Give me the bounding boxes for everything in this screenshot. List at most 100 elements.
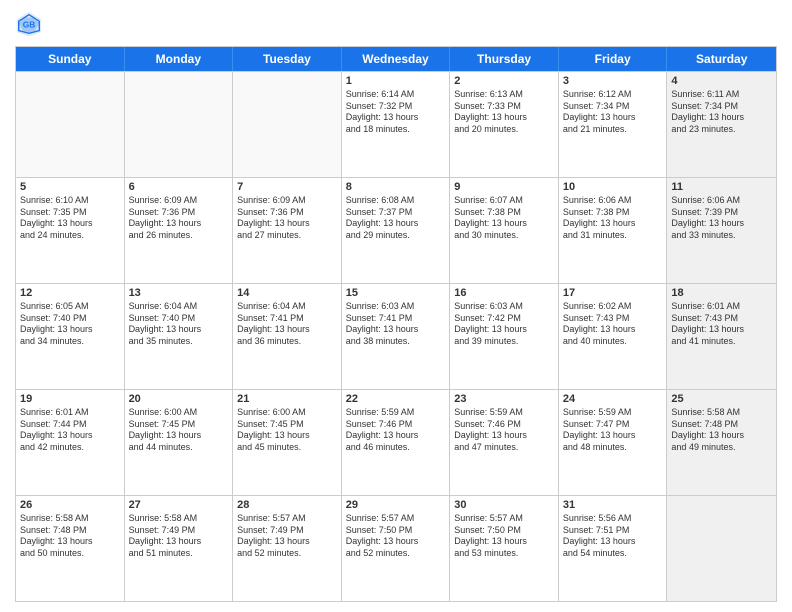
calendar-cell xyxy=(667,496,776,601)
calendar-cell: 16 Sunrise: 6:03 AM Sunset: 7:42 PM Dayli… xyxy=(450,284,559,389)
day-number: 10 xyxy=(563,181,663,193)
day-number: 7 xyxy=(237,181,337,193)
cell-info: Sunrise: 6:04 AM Sunset: 7:41 PM Dayligh… xyxy=(237,301,337,348)
calendar-cell: 18 Sunrise: 6:01 AM Sunset: 7:43 PM Dayli… xyxy=(667,284,776,389)
day-number: 15 xyxy=(346,287,446,299)
cell-info: Sunrise: 6:07 AM Sunset: 7:38 PM Dayligh… xyxy=(454,195,554,242)
day-number: 16 xyxy=(454,287,554,299)
cell-info: Sunrise: 6:06 AM Sunset: 7:38 PM Dayligh… xyxy=(563,195,663,242)
cell-info: Sunrise: 5:58 AM Sunset: 7:48 PM Dayligh… xyxy=(20,513,120,560)
cell-info: Sunrise: 6:02 AM Sunset: 7:43 PM Dayligh… xyxy=(563,301,663,348)
calendar-cell xyxy=(233,72,342,177)
cell-info: Sunrise: 6:12 AM Sunset: 7:34 PM Dayligh… xyxy=(563,89,663,136)
day-number: 8 xyxy=(346,181,446,193)
calendar-body: 1 Sunrise: 6:14 AM Sunset: 7:32 PM Daylig… xyxy=(16,71,776,601)
calendar-cell: 27 Sunrise: 5:58 AM Sunset: 7:49 PM Dayli… xyxy=(125,496,234,601)
cell-info: Sunrise: 5:58 AM Sunset: 7:48 PM Dayligh… xyxy=(671,407,772,454)
cell-info: Sunrise: 6:14 AM Sunset: 7:32 PM Dayligh… xyxy=(346,89,446,136)
cell-info: Sunrise: 5:57 AM Sunset: 7:50 PM Dayligh… xyxy=(346,513,446,560)
calendar-cell: 3Sunrise: 6:12 AM Sunset: 7:34 PM Daylig… xyxy=(559,72,668,177)
cell-info: Sunrise: 6:01 AM Sunset: 7:43 PM Dayligh… xyxy=(671,301,772,348)
cell-info: Sunrise: 5:59 AM Sunset: 7:46 PM Dayligh… xyxy=(454,407,554,454)
day-number: 29 xyxy=(346,499,446,511)
calendar-cell: 28Sunrise: 5:57 AM Sunset: 7:49 PM Dayli… xyxy=(233,496,342,601)
day-number: 19 xyxy=(20,393,120,405)
cell-info: Sunrise: 6:03 AM Sunset: 7:42 PM Dayligh… xyxy=(454,301,554,348)
day-number: 12 xyxy=(20,287,120,299)
calendar-cell: 20Sunrise: 6:00 AM Sunset: 7:45 PM Dayli… xyxy=(125,390,234,495)
day-number: 23 xyxy=(454,393,554,405)
cell-info: Sunrise: 6:06 AM Sunset: 7:39 PM Dayligh… xyxy=(671,195,772,242)
weekday-header-monday: Monday xyxy=(125,47,234,71)
cell-info: Sunrise: 5:59 AM Sunset: 7:47 PM Dayligh… xyxy=(563,407,663,454)
calendar-cell: 9 Sunrise: 6:07 AM Sunset: 7:38 PM Daylig… xyxy=(450,178,559,283)
calendar-cell: 13Sunrise: 6:04 AM Sunset: 7:40 PM Dayli… xyxy=(125,284,234,389)
calendar-cell: 21 Sunrise: 6:00 AM Sunset: 7:45 PM Dayli… xyxy=(233,390,342,495)
cell-info: Sunrise: 6:00 AM Sunset: 7:45 PM Dayligh… xyxy=(237,407,337,454)
calendar-cell: 4 Sunrise: 6:11 AM Sunset: 7:34 PM Daylig… xyxy=(667,72,776,177)
cell-info: Sunrise: 6:04 AM Sunset: 7:40 PM Dayligh… xyxy=(129,301,229,348)
calendar-cell: 25 Sunrise: 5:58 AM Sunset: 7:48 PM Dayli… xyxy=(667,390,776,495)
cell-info: Sunrise: 5:58 AM Sunset: 7:49 PM Dayligh… xyxy=(129,513,229,560)
cell-info: Sunrise: 5:59 AM Sunset: 7:46 PM Dayligh… xyxy=(346,407,446,454)
calendar-cell: 17 Sunrise: 6:02 AM Sunset: 7:43 PM Dayli… xyxy=(559,284,668,389)
day-number: 4 xyxy=(671,75,772,87)
cell-info: Sunrise: 5:57 AM Sunset: 7:50 PM Dayligh… xyxy=(454,513,554,560)
day-number: 26 xyxy=(20,499,120,511)
day-number: 18 xyxy=(671,287,772,299)
day-number: 21 xyxy=(237,393,337,405)
calendar-week-1: 1 Sunrise: 6:14 AM Sunset: 7:32 PM Daylig… xyxy=(16,71,776,177)
cell-info: Sunrise: 6:03 AM Sunset: 7:41 PM Dayligh… xyxy=(346,301,446,348)
calendar-cell xyxy=(125,72,234,177)
logo-icon: GB xyxy=(15,10,43,38)
day-number: 22 xyxy=(346,393,446,405)
page: GB SundayMondayTuesdayWednesdayThursdayF… xyxy=(0,0,792,612)
weekday-header-wednesday: Wednesday xyxy=(342,47,451,71)
calendar-cell: 10 Sunrise: 6:06 AM Sunset: 7:38 PM Dayli… xyxy=(559,178,668,283)
day-number: 27 xyxy=(129,499,229,511)
day-number: 24 xyxy=(563,393,663,405)
day-number: 31 xyxy=(563,499,663,511)
day-number: 1 xyxy=(346,75,446,87)
day-number: 9 xyxy=(454,181,554,193)
calendar-cell: 11 Sunrise: 6:06 AM Sunset: 7:39 PM Dayli… xyxy=(667,178,776,283)
weekday-header-friday: Friday xyxy=(559,47,668,71)
calendar-cell: 7 Sunrise: 6:09 AM Sunset: 7:36 PM Daylig… xyxy=(233,178,342,283)
day-number: 30 xyxy=(454,499,554,511)
day-number: 11 xyxy=(671,181,772,193)
calendar-cell: 15 Sunrise: 6:03 AM Sunset: 7:41 PM Dayli… xyxy=(342,284,451,389)
calendar-cell: 2 Sunrise: 6:13 AM Sunset: 7:33 PM Daylig… xyxy=(450,72,559,177)
cell-info: Sunrise: 6:09 AM Sunset: 7:36 PM Dayligh… xyxy=(237,195,337,242)
day-number: 25 xyxy=(671,393,772,405)
calendar-week-5: 26 Sunrise: 5:58 AM Sunset: 7:48 PM Dayli… xyxy=(16,495,776,601)
calendar-week-4: 19 Sunrise: 6:01 AM Sunset: 7:44 PM Dayli… xyxy=(16,389,776,495)
calendar-cell: 22 Sunrise: 5:59 AM Sunset: 7:46 PM Dayli… xyxy=(342,390,451,495)
cell-info: Sunrise: 6:11 AM Sunset: 7:34 PM Dayligh… xyxy=(671,89,772,136)
calendar-cell: 12Sunrise: 6:05 AM Sunset: 7:40 PM Dayli… xyxy=(16,284,125,389)
calendar-cell: 1 Sunrise: 6:14 AM Sunset: 7:32 PM Daylig… xyxy=(342,72,451,177)
weekday-header-thursday: Thursday xyxy=(450,47,559,71)
cell-info: Sunrise: 6:09 AM Sunset: 7:36 PM Dayligh… xyxy=(129,195,229,242)
weekday-header-saturday: Saturday xyxy=(667,47,776,71)
cell-info: Sunrise: 6:00 AM Sunset: 7:45 PM Dayligh… xyxy=(129,407,229,454)
weekday-header-sunday: Sunday xyxy=(16,47,125,71)
calendar-cell: 24 Sunrise: 5:59 AM Sunset: 7:47 PM Dayli… xyxy=(559,390,668,495)
day-number: 14 xyxy=(237,287,337,299)
day-number: 17 xyxy=(563,287,663,299)
calendar-cell: 19 Sunrise: 6:01 AM Sunset: 7:44 PM Dayli… xyxy=(16,390,125,495)
calendar-cell: 8 Sunrise: 6:08 AM Sunset: 7:37 PM Daylig… xyxy=(342,178,451,283)
cell-info: Sunrise: 6:10 AM Sunset: 7:35 PM Dayligh… xyxy=(20,195,120,242)
day-number: 28 xyxy=(237,499,337,511)
calendar-cell: 5Sunrise: 6:10 AM Sunset: 7:35 PM Daylig… xyxy=(16,178,125,283)
calendar-cell: 26 Sunrise: 5:58 AM Sunset: 7:48 PM Dayli… xyxy=(16,496,125,601)
calendar-week-3: 12Sunrise: 6:05 AM Sunset: 7:40 PM Dayli… xyxy=(16,283,776,389)
calendar-cell: 14 Sunrise: 6:04 AM Sunset: 7:41 PM Dayli… xyxy=(233,284,342,389)
calendar-cell: 30 Sunrise: 5:57 AM Sunset: 7:50 PM Dayli… xyxy=(450,496,559,601)
cell-info: Sunrise: 6:13 AM Sunset: 7:33 PM Dayligh… xyxy=(454,89,554,136)
cell-info: Sunrise: 6:01 AM Sunset: 7:44 PM Dayligh… xyxy=(20,407,120,454)
calendar-week-2: 5Sunrise: 6:10 AM Sunset: 7:35 PM Daylig… xyxy=(16,177,776,283)
calendar-header: SundayMondayTuesdayWednesdayThursdayFrid… xyxy=(16,47,776,71)
day-number: 2 xyxy=(454,75,554,87)
header: GB xyxy=(15,10,777,38)
cell-info: Sunrise: 6:08 AM Sunset: 7:37 PM Dayligh… xyxy=(346,195,446,242)
